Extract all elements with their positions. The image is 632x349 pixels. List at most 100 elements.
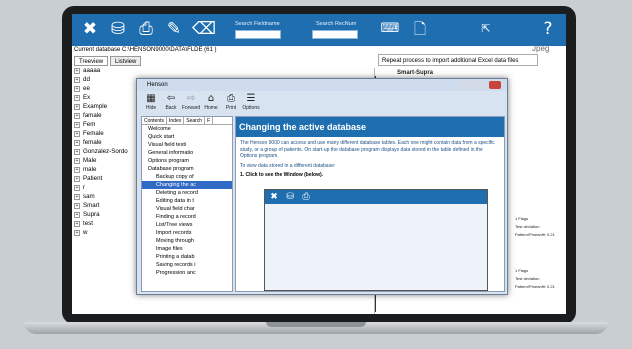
expand-icon[interactable]: + bbox=[74, 103, 80, 110]
search-recnum-input[interactable] bbox=[312, 30, 358, 39]
delete-icon[interactable]: ⌫ bbox=[192, 19, 216, 39]
help-contents-item[interactable]: Saving records i bbox=[142, 261, 232, 269]
help-contents-item[interactable]: Import records bbox=[142, 229, 232, 237]
help-contents-item[interactable]: Printing a datab bbox=[142, 253, 232, 261]
tree-item-label: female bbox=[83, 139, 102, 146]
help-contents-item[interactable]: Changing the ac bbox=[142, 181, 232, 189]
tab-search[interactable]: Search bbox=[184, 117, 206, 124]
help-contents-item[interactable]: Visual field testi bbox=[142, 141, 232, 149]
repeat-process-button[interactable]: Repeat process to import additional Exce… bbox=[378, 54, 538, 66]
export-icon[interactable]: ⇱ bbox=[476, 19, 496, 39]
help-contents-item[interactable]: General informatio bbox=[142, 149, 232, 157]
tree-item-label: famale bbox=[83, 112, 102, 119]
tree-item-label: Fem bbox=[83, 121, 96, 128]
back-icon: ⇦ bbox=[166, 93, 176, 104]
help-contents-item[interactable]: Backup copy of bbox=[142, 173, 232, 181]
expand-icon[interactable]: + bbox=[74, 121, 80, 128]
search-recnum-label: Search RecNum bbox=[316, 21, 357, 27]
database-icon[interactable]: ⛁ bbox=[108, 19, 128, 39]
tab-contents[interactable]: Contents bbox=[142, 117, 168, 124]
help-contents-item[interactable]: Database program bbox=[142, 165, 232, 173]
print-icon: ⎙ bbox=[302, 192, 310, 202]
help-contents-item[interactable]: Welcome bbox=[142, 125, 232, 133]
close-icon: ✖ bbox=[270, 192, 278, 202]
app-toolbar: ✖ ⛁ ⎙ ✎ ⌫ Search Fieldname Search RecNum… bbox=[72, 14, 566, 46]
tree-item-label: Example bbox=[83, 103, 108, 110]
report-line: 1 Flags bbox=[515, 216, 529, 221]
hide-button[interactable]: ▦ Hide bbox=[141, 92, 161, 114]
help-step: 1. Click to see the Window (below). bbox=[240, 172, 324, 178]
help-contents-item[interactable]: Progression anc bbox=[142, 269, 232, 277]
expand-icon[interactable]: + bbox=[74, 148, 80, 155]
expand-icon[interactable]: + bbox=[74, 202, 80, 209]
database-icon: ⛁ bbox=[286, 192, 294, 202]
report-line: Test deviation bbox=[515, 224, 540, 229]
back-button[interactable]: ⇦ Back bbox=[161, 92, 181, 114]
help-contents-item[interactable]: Deleting a record bbox=[142, 189, 232, 197]
expand-icon[interactable]: + bbox=[74, 157, 80, 164]
forward-button[interactable]: ⇨ Forward bbox=[181, 92, 201, 114]
tree-item-label: Gonzalez-Sordo bbox=[83, 148, 128, 155]
expand-icon[interactable]: + bbox=[74, 112, 80, 119]
nested-screenshot: ✖ ⛁ ⎙ bbox=[264, 189, 488, 291]
tree-item-label: r bbox=[83, 184, 86, 191]
tree-item-label: Supra bbox=[83, 211, 100, 218]
help-icon[interactable]: ? bbox=[538, 19, 558, 39]
tree-item-label: ee bbox=[83, 85, 90, 92]
expand-icon[interactable]: + bbox=[74, 220, 80, 227]
add-file-icon[interactable]: 🗋 bbox=[410, 19, 430, 39]
help-window-title: Henson bbox=[137, 79, 507, 91]
print-label: Print bbox=[225, 105, 237, 111]
tree-item-label: Smart bbox=[83, 202, 100, 209]
minimize-button[interactable] bbox=[459, 81, 471, 89]
help-contents-item[interactable]: Quick start bbox=[142, 133, 232, 141]
tab-favorites[interactable]: F bbox=[205, 117, 214, 124]
report-line: Pattern/Pmeanfit: 0.21 bbox=[515, 232, 555, 237]
close-window-button[interactable] bbox=[489, 81, 501, 89]
tree-item[interactable]: + aaaaa bbox=[74, 66, 146, 75]
edit-database-icon[interactable]: ✎ bbox=[164, 19, 184, 39]
expand-icon[interactable]: + bbox=[74, 139, 80, 146]
help-contents-item[interactable]: Moving through bbox=[142, 237, 232, 245]
close-icon[interactable]: ✖ bbox=[80, 19, 100, 39]
tab-listview[interactable]: Listview bbox=[110, 56, 142, 66]
help-contents-item[interactable]: List/Tree views bbox=[142, 221, 232, 229]
expand-icon[interactable]: + bbox=[74, 184, 80, 191]
search-fieldname-input[interactable] bbox=[235, 30, 281, 39]
search-fieldname-label: Search Fieldname bbox=[235, 21, 280, 27]
expand-icon[interactable]: + bbox=[74, 130, 80, 137]
maximize-button[interactable] bbox=[473, 81, 485, 89]
options-button[interactable]: ☰ Options bbox=[241, 92, 261, 114]
options-label: Options bbox=[242, 105, 260, 111]
home-icon: ⌂ bbox=[207, 93, 215, 104]
laptop-screen: ✖ ⛁ ⎙ ✎ ⌫ Search Fieldname Search RecNum… bbox=[72, 14, 566, 314]
expand-icon[interactable]: + bbox=[74, 166, 80, 173]
background: ✖ ⛁ ⎙ ✎ ⌫ Search Fieldname Search RecNum… bbox=[0, 0, 632, 349]
expand-icon[interactable]: + bbox=[74, 193, 80, 200]
help-contents-item[interactable]: Options program bbox=[142, 157, 232, 165]
tab-treeview[interactable]: Treeview bbox=[74, 56, 109, 66]
help-contents-item[interactable]: Visual field char bbox=[142, 205, 232, 213]
tree-item-label: sam bbox=[83, 193, 95, 200]
print-button[interactable]: ⎙ Print bbox=[221, 92, 241, 114]
expand-icon[interactable]: + bbox=[74, 94, 80, 101]
print-icon[interactable]: ⎙ bbox=[136, 19, 156, 39]
hide-label: Hide bbox=[145, 105, 157, 111]
help-contents-item[interactable]: Editing data in t bbox=[142, 197, 232, 205]
options-icon: ☰ bbox=[246, 93, 256, 104]
expand-icon[interactable]: + bbox=[74, 229, 80, 236]
expand-icon[interactable]: + bbox=[74, 175, 80, 182]
expand-icon[interactable]: + bbox=[74, 85, 80, 92]
expand-icon[interactable]: + bbox=[74, 211, 80, 218]
help-contents-item[interactable]: Image files bbox=[142, 245, 232, 253]
expand-icon[interactable]: + bbox=[74, 76, 80, 83]
expand-icon[interactable]: + bbox=[74, 67, 80, 74]
tab-index[interactable]: Index bbox=[167, 117, 185, 124]
laptop-notch bbox=[266, 322, 366, 327]
keyboard-icon[interactable]: ⌨ bbox=[380, 19, 400, 39]
home-button[interactable]: ⌂ Home bbox=[201, 92, 221, 114]
help-contents-item[interactable]: Finding a record bbox=[142, 213, 232, 221]
tree-item-label: dd bbox=[83, 76, 90, 83]
tree-item-label: Patient bbox=[83, 175, 103, 182]
help-contents-tree: Welcome Quick start Visual field testi Gene… bbox=[142, 125, 232, 277]
